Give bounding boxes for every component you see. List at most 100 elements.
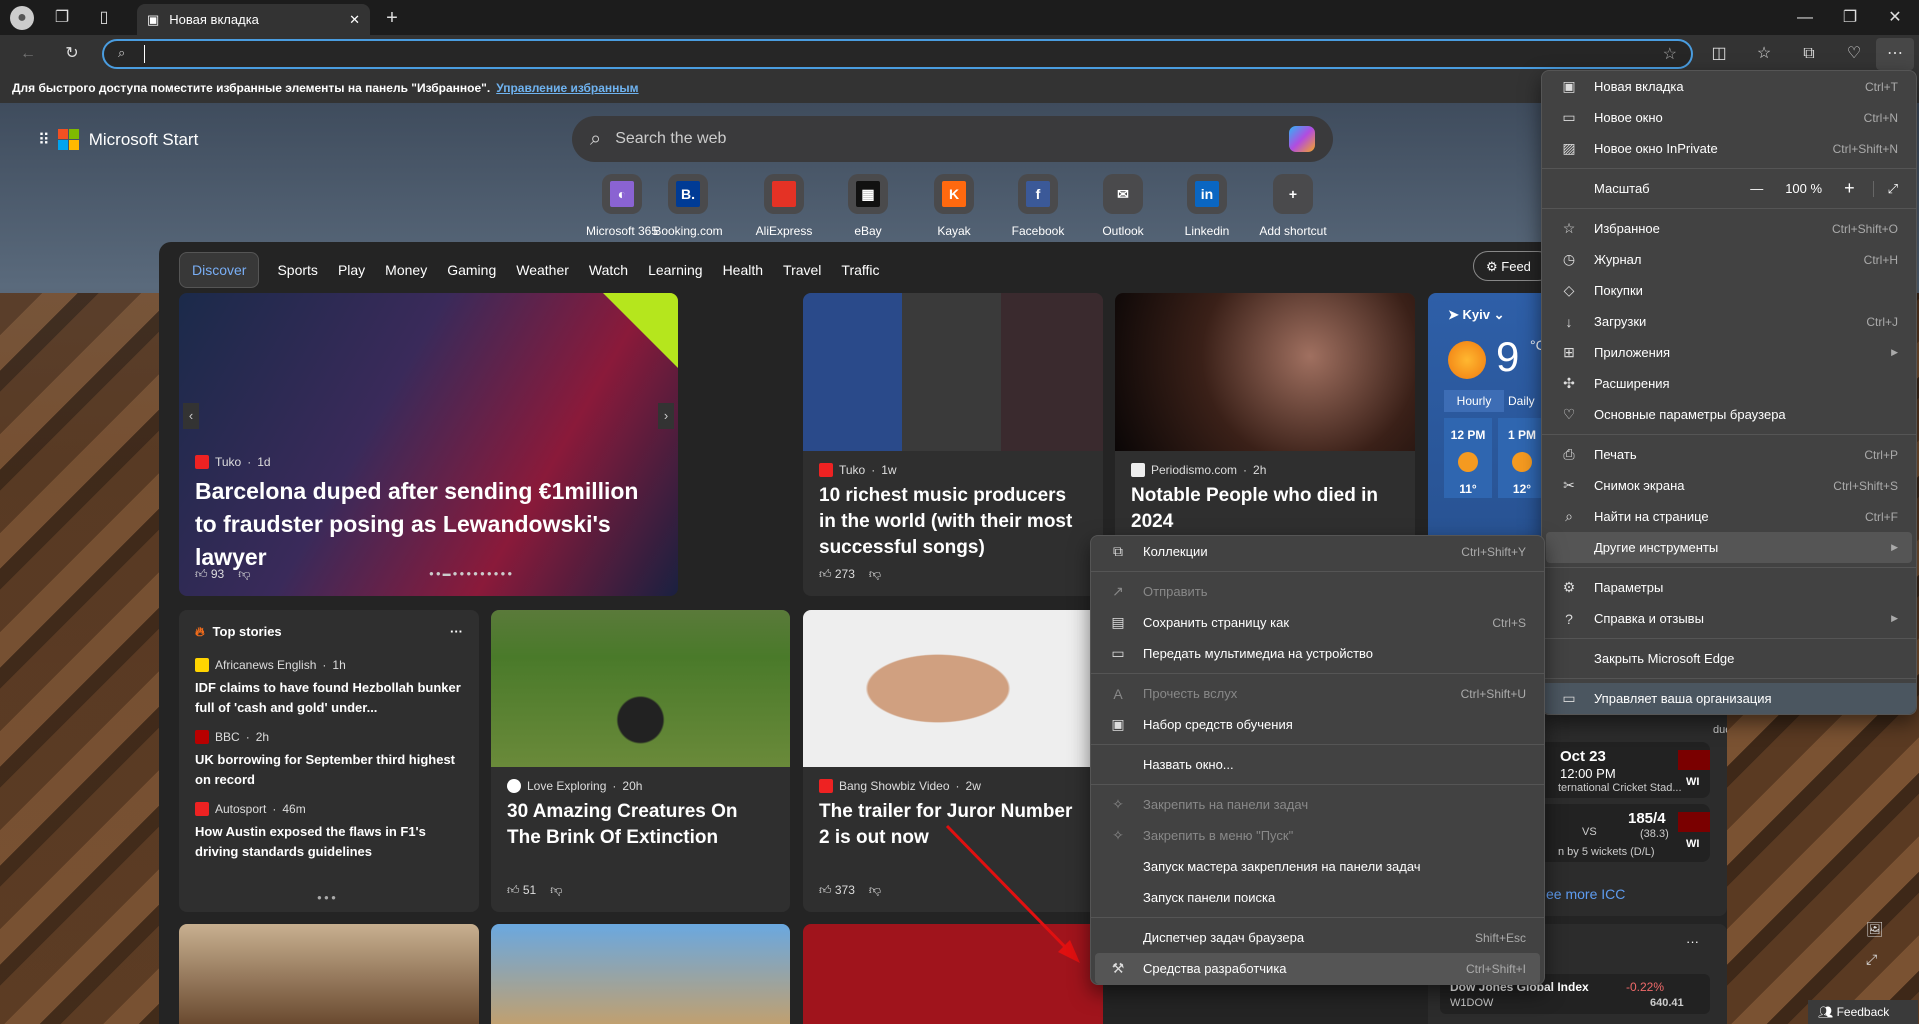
- settings-more-icon[interactable]: ⋯: [1876, 38, 1914, 70]
- web-search-box[interactable]: ⌕ Search the web: [572, 116, 1333, 162]
- menu-item-7[interactable]: Назвать окно...: [1095, 749, 1540, 780]
- address-bar[interactable]: ⌕ ☆: [102, 39, 1693, 69]
- menu-item-4[interactable]: ▭ Передать мультимедиа на устройство: [1095, 638, 1540, 669]
- zoom-in-button[interactable]: +: [1844, 178, 1855, 199]
- article-title[interactable]: Barcelona duped after sending €1million …: [195, 475, 662, 574]
- browser-essentials-icon[interactable]: ♡: [1842, 42, 1866, 66]
- article-title[interactable]: 30 Amazing Creatures On The Brink Of Ext…: [507, 799, 774, 851]
- menu-item-10[interactable]: ✣ Расширения: [1546, 368, 1912, 399]
- story-item[interactable]: BBC · 2h UK borrowing for September third h…: [179, 730, 479, 790]
- menu-item-9[interactable]: ⊞ Приложения ▶: [1546, 337, 1912, 368]
- workspaces-icon[interactable]: ❐: [50, 6, 74, 30]
- shortcut-aliexpress[interactable]: AliExpress: [744, 174, 824, 238]
- shortcut-booking-com[interactable]: B. Booking.com: [648, 174, 728, 238]
- tab-money[interactable]: Money: [375, 253, 437, 287]
- split-screen-icon[interactable]: ◫: [1707, 42, 1731, 66]
- minimize-icon[interactable]: —: [1793, 6, 1817, 30]
- pagination-dots[interactable]: ● ● ●: [317, 893, 336, 902]
- see-more-link[interactable]: ee more ICC: [1546, 886, 1625, 902]
- menu-item-5[interactable]: ☆ Избранное Ctrl+Shift+O: [1546, 213, 1912, 244]
- shortcut-kayak[interactable]: K Kayak: [914, 174, 994, 238]
- story-item[interactable]: Africanews English · 1h IDF claims to have …: [179, 658, 479, 718]
- menu-item-1[interactable]: ▣ Новая вкладка Ctrl+T: [1546, 71, 1912, 102]
- like-icon[interactable]: 👍︎ 273: [819, 567, 855, 582]
- close-window-icon[interactable]: ✕: [1883, 6, 1907, 30]
- profile-avatar-icon[interactable]: ●: [10, 6, 34, 30]
- article-card[interactable]: Bang Showbiz Video · 2w The trailer for Ju…: [803, 610, 1103, 912]
- dislike-icon[interactable]: 👎︎: [869, 883, 881, 898]
- menu-item-6[interactable]: ◷ Журнал Ctrl+H: [1546, 244, 1912, 275]
- copilot-icon[interactable]: [1289, 126, 1315, 152]
- story-item[interactable]: Autosport · 46m How Austin exposed the flaw…: [179, 802, 479, 862]
- like-icon[interactable]: 👍︎ 373: [819, 883, 855, 898]
- article-title[interactable]: The trailer for Juror Number 2 is out no…: [819, 799, 1087, 851]
- more-options-icon[interactable]: ···: [1686, 934, 1699, 949]
- menu-item-1[interactable]: ⧉ Коллекции Ctrl+Shift+Y: [1095, 536, 1540, 567]
- menu-item-11[interactable]: Запуск панели поиска: [1095, 882, 1540, 913]
- fullscreen-icon[interactable]: ⤢: [1872, 180, 1898, 197]
- menu-item-12[interactable]: Диспетчер задач браузера Shift+Esc: [1095, 922, 1540, 953]
- zoom-out-button[interactable]: —: [1750, 181, 1763, 196]
- like-icon[interactable]: 👍︎ 51: [507, 883, 536, 898]
- weather-tab-hourly[interactable]: Hourly: [1444, 390, 1504, 412]
- menu-item-2[interactable]: ▭ Новое окно Ctrl+N: [1546, 102, 1912, 133]
- tab-health[interactable]: Health: [713, 253, 773, 287]
- menu-item-13[interactable]: ✂ Снимок экрана Ctrl+Shift+S: [1546, 470, 1912, 501]
- tab-sports[interactable]: Sports: [267, 253, 327, 287]
- dislike-icon[interactable]: 👎︎: [869, 567, 881, 582]
- dislike-icon[interactable]: 👎︎: [550, 883, 562, 898]
- tab-traffic[interactable]: Traffic: [831, 253, 889, 287]
- hero-card[interactable]: ‹ › Tuko · 1d Barcelona duped after sendin…: [179, 293, 678, 596]
- menu-item-19[interactable]: ▭ Управляет ваша организация: [1542, 683, 1916, 714]
- article-card[interactable]: [803, 924, 1103, 1024]
- tab-travel[interactable]: Travel: [773, 253, 831, 287]
- article-title[interactable]: Notable People who died in 2024: [1131, 483, 1399, 535]
- back-icon[interactable]: ←: [16, 42, 40, 66]
- close-tab-icon[interactable]: ✕: [349, 12, 360, 28]
- background-image-icon[interactable]: 🖼︎: [1866, 921, 1884, 938]
- tab-actions-icon[interactable]: ▯: [92, 6, 116, 30]
- carousel-dots[interactable]: ●●▬●●●●●●●●●: [429, 569, 514, 578]
- favorite-star-icon[interactable]: ☆: [1663, 44, 1677, 64]
- more-options-icon[interactable]: ···: [450, 624, 463, 640]
- collections-icon[interactable]: ⧉: [1797, 42, 1821, 66]
- weather-tab-daily[interactable]: Daily: [1508, 394, 1535, 408]
- article-card[interactable]: Tuko · 1w 10 richest music producers in th…: [803, 293, 1103, 596]
- favorites-icon[interactable]: ☆: [1752, 42, 1776, 66]
- tab-learning[interactable]: Learning: [638, 253, 713, 287]
- menu-item-18[interactable]: Закрыть Microsoft Edge: [1546, 643, 1912, 674]
- menu-item-3[interactable]: ▤ Сохранить страницу как Ctrl+S: [1095, 607, 1540, 638]
- menu-item-13[interactable]: ⚒ Средства разработчика Ctrl+Shift+I: [1095, 953, 1540, 984]
- menu-item-15[interactable]: Другие инструменты ▶: [1546, 532, 1912, 563]
- menu-item-14[interactable]: ⌕ Найти на странице Ctrl+F: [1546, 501, 1912, 532]
- tab-new-tab[interactable]: ▣ Новая вкладка ✕: [137, 4, 370, 35]
- article-card[interactable]: [179, 924, 479, 1024]
- menu-item-4[interactable]: Масштаб — 100 % + ⤢: [1546, 173, 1912, 204]
- weather-location[interactable]: ➤ Kyiv ⌄: [1448, 307, 1505, 323]
- tab-gaming[interactable]: Gaming: [437, 253, 506, 287]
- manage-favorites-link[interactable]: Управление избранным: [496, 81, 638, 95]
- tab-watch[interactable]: Watch: [579, 253, 638, 287]
- menu-item-11[interactable]: ♡ Основные параметры браузера: [1546, 399, 1912, 430]
- menu-item-16[interactable]: ⚙ Параметры: [1546, 572, 1912, 603]
- shortcut-add-shortcut[interactable]: + Add shortcut: [1253, 174, 1333, 238]
- dislike-icon[interactable]: 👎︎: [238, 567, 250, 582]
- shortcut-linkedin[interactable]: in Linkedin: [1167, 174, 1247, 238]
- shortcut-facebook[interactable]: f Facebook: [998, 174, 1078, 238]
- like-icon[interactable]: 👍︎ 93: [195, 567, 224, 582]
- tab-weather[interactable]: Weather: [506, 253, 579, 287]
- menu-item-17[interactable]: ? Справка и отзывы ▶: [1546, 603, 1912, 634]
- article-title[interactable]: 10 richest music producers in the world …: [819, 483, 1087, 561]
- article-card[interactable]: Love Exploring · 20h 30 Amazing Creatures …: [491, 610, 790, 912]
- tab-play[interactable]: Play: [328, 253, 375, 287]
- menu-item-6[interactable]: ▣ Набор средств обучения: [1095, 709, 1540, 740]
- new-tab-plus-icon[interactable]: +: [380, 6, 404, 30]
- menu-item-8[interactable]: ↓ Загрузки Ctrl+J: [1546, 306, 1912, 337]
- menu-item-3[interactable]: ▨ Новое окно InPrivate Ctrl+Shift+N: [1546, 133, 1912, 164]
- restore-icon[interactable]: ❐: [1838, 6, 1862, 30]
- apps-grid-icon[interactable]: ⠿: [38, 130, 50, 150]
- prev-slide-icon[interactable]: ‹: [183, 403, 199, 429]
- expand-icon[interactable]: ⤢: [1866, 951, 1877, 968]
- tab-discover[interactable]: Discover: [179, 252, 260, 288]
- article-card[interactable]: [491, 924, 790, 1024]
